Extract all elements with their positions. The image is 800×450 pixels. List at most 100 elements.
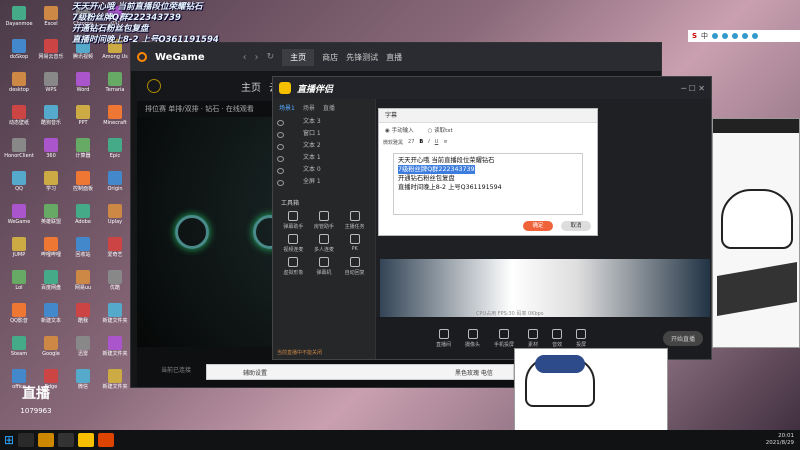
- layer-item[interactable]: 窗口 1: [273, 128, 375, 140]
- desktop-icon[interactable]: JUMP: [4, 237, 34, 258]
- tool-item[interactable]: 弹幕机: [310, 257, 339, 276]
- lol-icon[interactable]: [58, 433, 75, 447]
- desktop-icon[interactable]: doSkop: [4, 39, 34, 60]
- desktop-icon[interactable]: 爱奇艺: [100, 237, 130, 258]
- desktop-icon[interactable]: Word: [68, 72, 98, 93]
- align-icon[interactable]: ≡: [443, 139, 447, 145]
- desktop-icon[interactable]: 酷我: [68, 303, 98, 324]
- desktop-icon[interactable]: 网易uu: [68, 270, 98, 291]
- desktop-icon[interactable]: 计算器: [68, 138, 98, 159]
- desktop-icon[interactable]: 学习: [36, 171, 66, 192]
- cancel-button[interactable]: 取消: [561, 221, 591, 231]
- desktop-icon[interactable]: desktop: [4, 72, 34, 93]
- desktop-icon[interactable]: 哔哩哔哩: [36, 237, 66, 258]
- underline-icon[interactable]: U: [435, 139, 439, 145]
- tool-item[interactable]: 多人连麦: [310, 234, 339, 253]
- sogou-icon[interactable]: S: [692, 32, 697, 40]
- layer-item[interactable]: 文本 2: [273, 140, 375, 152]
- tool-item[interactable]: 自动回复: [340, 257, 369, 276]
- start-live-button[interactable]: 开始直播: [662, 330, 703, 346]
- clock[interactable]: 20:01 2021/8/29: [766, 433, 794, 447]
- desktop-icon[interactable]: WPS: [36, 72, 66, 93]
- tab-live[interactable]: 直播: [386, 52, 402, 63]
- subtitle-textarea[interactable]: 天天开心哦 当前直播段位荣耀钻石 7级粉丝牌Q群222343739 开通钻石粉丝…: [393, 153, 583, 215]
- desktop-icon[interactable]: 控制面板: [68, 171, 98, 192]
- desktop-icon[interactable]: Minecraft: [100, 105, 130, 126]
- tool-item[interactable]: 视频连麦: [279, 234, 308, 253]
- desktop-icon[interactable]: 新建文件夹: [100, 336, 130, 357]
- layer-item[interactable]: 全屏 1: [273, 176, 375, 188]
- bold-icon[interactable]: B: [419, 139, 423, 145]
- desktop-icon[interactable]: 迅雷: [68, 336, 98, 357]
- wegame-taskbar-icon[interactable]: [98, 433, 115, 447]
- btn-sound[interactable]: 音效: [552, 328, 562, 348]
- radio-txt[interactable]: ○ 读取txt: [428, 126, 453, 134]
- layer-item[interactable]: 文本 0: [273, 164, 375, 176]
- tray-dot-icon[interactable]: [722, 33, 729, 39]
- search-icon[interactable]: [18, 433, 35, 447]
- desktop-icon[interactable]: Google: [36, 336, 66, 357]
- tray-dot-icon[interactable]: [742, 33, 749, 39]
- btn-phone[interactable]: 手机投屏: [494, 328, 514, 348]
- desktop-icon[interactable]: 动态壁纸: [4, 105, 34, 126]
- font-select[interactable]: 微软雅黑: [383, 139, 403, 146]
- desktop-icon[interactable]: Adobe: [68, 204, 98, 225]
- italic-icon[interactable]: I: [428, 139, 429, 145]
- desktop-icon[interactable]: 英雄联盟: [36, 204, 66, 225]
- desktop-icon[interactable]: 新建文件夹: [100, 303, 130, 324]
- radio-manual[interactable]: ◉ 手动输入: [385, 126, 414, 134]
- tab-live[interactable]: 直播: [323, 103, 335, 112]
- back-icon[interactable]: ‹: [243, 52, 247, 63]
- layer-item[interactable]: 文本 1: [273, 152, 375, 164]
- desktop-icon[interactable]: Excel: [36, 6, 66, 27]
- assist-settings-link[interactable]: 辅助设置: [243, 368, 267, 377]
- desktop-icon[interactable]: QQ影音: [4, 303, 34, 324]
- btn-camera[interactable]: 摄像头: [465, 328, 480, 348]
- tool-item[interactable]: 房管助手: [310, 211, 339, 230]
- tray-dot-icon[interactable]: [712, 33, 719, 39]
- tray-dot-icon[interactable]: [752, 33, 759, 39]
- streamer-icon[interactable]: [78, 433, 95, 447]
- desktop-icon[interactable]: Lol: [4, 270, 34, 291]
- desktop-icon[interactable]: Epic: [100, 138, 130, 159]
- desktop-icon[interactable]: 网易云音乐: [36, 39, 66, 60]
- desktop-icon[interactable]: Origin: [100, 171, 130, 192]
- lang-indicator[interactable]: 中: [701, 31, 708, 41]
- ok-button[interactable]: 确定: [523, 221, 553, 231]
- desktop-icon[interactable]: 酷狗音乐: [36, 105, 66, 126]
- tab-scene1[interactable]: 场景1: [279, 103, 295, 112]
- tab-store[interactable]: 商店: [322, 52, 338, 63]
- desktop-icon[interactable]: Uplay: [100, 204, 130, 225]
- nav-home[interactable]: 主页: [241, 79, 261, 94]
- desktop-icon[interactable]: 微信: [68, 369, 98, 390]
- desktop-icon[interactable]: Steam: [4, 336, 34, 357]
- tool-item[interactable]: 弹幕助手: [279, 211, 308, 230]
- start-icon[interactable]: ⊞: [4, 433, 14, 447]
- tab-home[interactable]: 主页: [282, 48, 315, 66]
- tab-pioneer[interactable]: 先锋测试: [346, 52, 378, 63]
- explorer-icon[interactable]: [38, 433, 55, 447]
- tool-item[interactable]: 虚拟形象: [279, 257, 308, 276]
- layer-item[interactable]: 文本 3: [273, 116, 375, 128]
- window-controls-icon[interactable]: ─ ☐ ✕: [681, 84, 705, 93]
- btn-room[interactable]: 直播间: [436, 328, 451, 348]
- tray-dot-icon[interactable]: [732, 33, 739, 39]
- desktop-icon[interactable]: PPT: [68, 105, 98, 126]
- btn-cast[interactable]: 投屏: [576, 328, 586, 348]
- desktop-icon[interactable]: HonorClient: [4, 138, 34, 159]
- desktop-icon[interactable]: QQ: [4, 171, 34, 192]
- desktop-icon[interactable]: 新建文本: [36, 303, 66, 324]
- tool-item[interactable]: PK: [340, 234, 369, 253]
- desktop-icon[interactable]: 优酷: [100, 270, 130, 291]
- btn-material[interactable]: 素材: [528, 328, 538, 348]
- desktop-icon[interactable]: 新建文件夹: [100, 369, 130, 390]
- desktop-icon[interactable]: Dayanmoe: [4, 6, 34, 27]
- font-size-select[interactable]: 27: [408, 139, 414, 145]
- desktop-icon[interactable]: 回收站: [68, 237, 98, 258]
- forward-icon[interactable]: ›: [255, 52, 259, 63]
- desktop-icon[interactable]: 百度网盘: [36, 270, 66, 291]
- desktop-icon[interactable]: Terraria: [100, 72, 130, 93]
- refresh-icon[interactable]: ↻: [267, 52, 275, 62]
- desktop-icon[interactable]: 360: [36, 138, 66, 159]
- tab-scene[interactable]: 场景: [303, 103, 315, 112]
